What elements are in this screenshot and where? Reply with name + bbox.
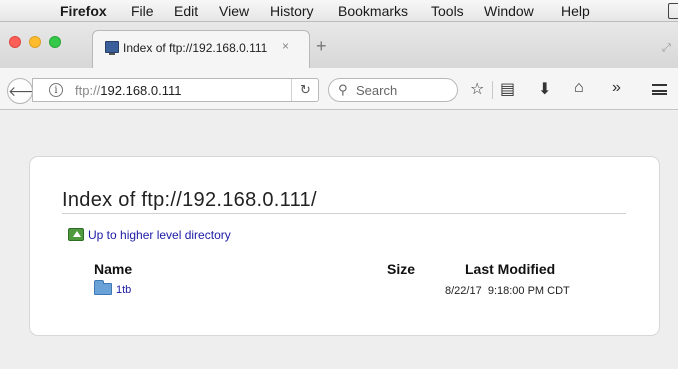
table-row-modified: 8/22/17 9:18:00 PM CDT	[445, 285, 570, 297]
menu-file[interactable]: File	[131, 3, 154, 19]
minimize-window-button[interactable]	[29, 36, 41, 48]
search-bar[interactable]: ⚲ Search	[328, 78, 458, 102]
up-directory-link[interactable]: Up to higher level directory	[68, 228, 231, 242]
reload-icon[interactable]: ↻	[291, 79, 319, 101]
up-folder-icon	[68, 228, 84, 241]
modified-date: 8/22/17	[445, 285, 482, 297]
tab-close-icon[interactable]: ×	[282, 39, 289, 53]
table-row-name-link[interactable]: 1tb	[94, 280, 132, 296]
up-directory-label: Up to higher level directory	[88, 228, 231, 242]
site-info-icon[interactable]: i	[49, 83, 63, 97]
directory-listing-card: Index of ftp://192.168.0.111/ Up to high…	[29, 156, 660, 336]
overflow-chevron-icon[interactable]: »	[612, 79, 621, 97]
menu-bar: Firefox File Edit View History Bookmarks…	[0, 0, 678, 22]
navigation-toolbar: 🡐 i ftp://192.168.0.111 ↻ ⚲ Search ☆ ▤ ⬇…	[0, 68, 678, 110]
menu-help[interactable]: Help	[561, 3, 590, 19]
search-placeholder: Search	[356, 83, 398, 98]
menu-view[interactable]: View	[219, 3, 249, 19]
search-icon: ⚲	[338, 82, 348, 97]
modified-time: 9:18:00 PM CDT	[487, 285, 570, 297]
url-scheme: ftp://	[75, 83, 101, 98]
tab-active[interactable]: Index of ftp://192.168.0.111 ×	[92, 30, 310, 68]
column-header-name[interactable]: Name	[94, 261, 132, 277]
menu-edit[interactable]: Edit	[174, 3, 198, 19]
new-tab-button[interactable]: +	[316, 37, 327, 55]
file-name: 1tb	[116, 284, 132, 296]
title-divider	[62, 213, 626, 214]
close-window-button[interactable]	[9, 36, 21, 48]
page-title: Index of ftp://192.168.0.111/	[62, 189, 317, 211]
toolbar-separator	[492, 81, 493, 99]
menu-tools[interactable]: Tools	[431, 3, 464, 19]
tab-title: Index of ftp://192.168.0.111	[123, 41, 268, 55]
column-header-last-modified[interactable]: Last Modified	[465, 261, 555, 277]
reading-list-icon[interactable]: ▤	[500, 79, 515, 99]
bookmark-star-icon[interactable]: ☆	[470, 79, 484, 99]
status-menu-icon[interactable]	[668, 3, 678, 19]
menu-history[interactable]: History	[270, 3, 314, 19]
download-icon[interactable]: ⬇	[538, 79, 551, 99]
page-content: Index of ftp://192.168.0.111/ Up to high…	[0, 111, 678, 369]
column-header-size[interactable]: Size	[387, 261, 415, 277]
menu-window[interactable]: Window	[484, 3, 534, 19]
back-button[interactable]: 🡐	[7, 78, 46, 104]
folder-icon	[94, 280, 112, 295]
menu-app-name[interactable]: Firefox	[60, 3, 107, 19]
menu-bookmarks[interactable]: Bookmarks	[338, 3, 408, 19]
tab-strip: Index of ftp://192.168.0.111 × + ⤢	[0, 22, 678, 68]
fullscreen-icon[interactable]: ⤢	[662, 42, 671, 55]
monitor-icon	[105, 41, 119, 55]
url-bar[interactable]: i ftp://192.168.0.111 ↻	[32, 78, 319, 102]
url-host: 192.168.0.111	[100, 83, 182, 98]
zoom-window-button[interactable]	[49, 36, 61, 48]
url-text[interactable]: ftp://192.168.0.111	[75, 83, 182, 98]
home-icon[interactable]: ⌂	[574, 79, 584, 97]
hamburger-menu-icon[interactable]	[652, 84, 667, 95]
